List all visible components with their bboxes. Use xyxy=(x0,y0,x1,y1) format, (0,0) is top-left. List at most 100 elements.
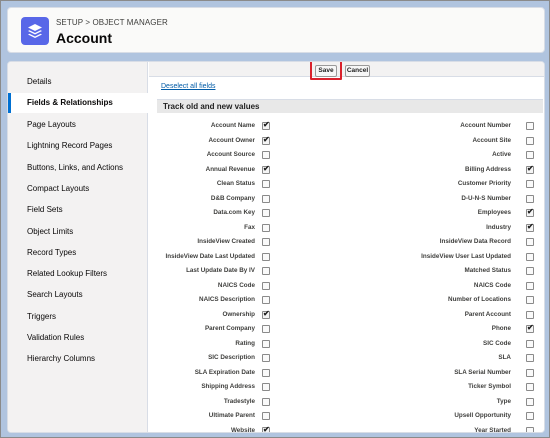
field-label: Ultimate Parent xyxy=(208,412,255,419)
field-label: D-U-N-S Number xyxy=(461,195,511,202)
track-checkbox[interactable] xyxy=(262,209,270,217)
track-checkbox[interactable] xyxy=(262,296,270,304)
track-checkbox[interactable]: ✔ xyxy=(262,120,270,130)
track-checkbox[interactable]: ✔ xyxy=(526,323,534,333)
track-checkbox[interactable] xyxy=(262,282,270,290)
field-label: NAICS Description xyxy=(199,296,255,303)
field-label: SIC Code xyxy=(483,340,511,347)
field-label: Tradestyle xyxy=(223,398,255,405)
field-label: SLA Expiration Date xyxy=(194,369,255,376)
deselect-all-link[interactable]: Deselect all fields xyxy=(161,83,215,90)
field-label: Account Source xyxy=(206,151,255,158)
stacked-layers-icon xyxy=(21,17,49,45)
field-label: Last Update Date By IV xyxy=(186,267,255,274)
sidebar-item[interactable]: Lightning Record Pages xyxy=(8,136,148,156)
track-checkbox[interactable] xyxy=(526,238,534,246)
field-label: Matched Status xyxy=(464,267,511,274)
track-checkbox[interactable] xyxy=(526,253,534,261)
track-checkbox[interactable] xyxy=(262,340,270,348)
track-checkbox[interactable] xyxy=(526,180,534,188)
checkmark-icon: ✔ xyxy=(527,222,534,231)
sidebar-item[interactable]: Page Layouts xyxy=(8,115,148,135)
track-checkbox[interactable] xyxy=(526,267,534,275)
sidebar-item[interactable]: Fields & Relationships xyxy=(8,93,148,113)
field-label: Active xyxy=(492,151,511,158)
track-checkbox[interactable]: ✔ xyxy=(262,135,270,145)
app-frame: SETUP > OBJECT MANAGER Account Details Fi… xyxy=(0,0,550,438)
sidebar-item[interactable]: Search Layouts xyxy=(8,285,148,305)
track-checkbox[interactable] xyxy=(526,122,534,130)
field-label: Website xyxy=(230,427,255,433)
save-button[interactable]: Save xyxy=(315,65,337,77)
section-header: Track old and new values xyxy=(157,99,543,113)
track-checkbox[interactable] xyxy=(262,253,270,261)
sidebar-item[interactable]: Validation Rules xyxy=(8,328,148,348)
track-checkbox[interactable] xyxy=(526,282,534,290)
track-checkbox[interactable] xyxy=(526,398,534,406)
track-checkbox[interactable] xyxy=(262,195,270,203)
track-checkbox[interactable] xyxy=(262,383,270,391)
track-checkbox[interactable] xyxy=(262,180,270,188)
track-checkbox[interactable]: ✔ xyxy=(526,222,534,232)
field-label: Account Owner xyxy=(208,137,255,144)
track-checkbox[interactable] xyxy=(526,412,534,420)
field-label: NAICS Code xyxy=(473,282,511,289)
track-checkbox[interactable] xyxy=(262,267,270,275)
field-label: InsideView Date Last Updated xyxy=(165,253,255,260)
field-label: InsideView Created xyxy=(197,238,255,245)
track-checkbox[interactable]: ✔ xyxy=(262,164,270,174)
sidebar-item[interactable]: Compact Layouts xyxy=(8,179,148,199)
field-label: Data.com Key xyxy=(213,209,255,216)
sidebar-item[interactable]: Related Lookup Filters xyxy=(8,264,148,284)
sidebar-item[interactable]: Field Sets xyxy=(8,200,148,220)
field-label: InsideView Data Record xyxy=(439,238,511,245)
track-checkbox[interactable] xyxy=(526,354,534,362)
checkmark-icon: ✔ xyxy=(263,164,270,173)
field-label: Industry xyxy=(486,224,511,231)
checkmark-icon: ✔ xyxy=(263,120,270,129)
track-checkbox[interactable] xyxy=(262,238,270,246)
sidebar-item[interactable]: Record Types xyxy=(8,243,148,263)
field-label: InsideView User Last Updated xyxy=(421,253,511,260)
field-label: Account Name xyxy=(210,122,255,129)
track-checkbox[interactable]: ✔ xyxy=(262,309,270,319)
field-label: SLA Serial Number xyxy=(454,369,511,376)
cancel-button[interactable]: Cancel xyxy=(345,65,370,77)
track-checkbox[interactable] xyxy=(526,311,534,319)
track-checkbox[interactable] xyxy=(262,224,270,232)
content-panel: Details Fields & Relationships Page Layout… xyxy=(7,61,545,433)
track-checkbox[interactable]: ✔ xyxy=(262,425,270,433)
field-label: NAICS Code xyxy=(217,282,255,289)
track-checkbox[interactable] xyxy=(526,427,534,432)
track-checkbox[interactable] xyxy=(262,398,270,406)
checkmark-icon: ✔ xyxy=(527,164,534,173)
track-checkbox[interactable] xyxy=(262,412,270,420)
field-label: Parent Account xyxy=(464,311,511,318)
breadcrumb[interactable]: SETUP > OBJECT MANAGER xyxy=(56,18,168,27)
field-label: Rating xyxy=(235,340,255,347)
track-checkbox[interactable] xyxy=(262,369,270,377)
sidebar-item[interactable]: Triggers xyxy=(8,307,148,327)
track-checkbox[interactable] xyxy=(526,383,534,391)
track-checkbox[interactable] xyxy=(526,195,534,203)
sidebar-item[interactable]: Hierarchy Columns xyxy=(8,349,148,369)
track-checkbox[interactable] xyxy=(526,340,534,348)
sidebar-item[interactable]: Object Limits xyxy=(8,222,148,242)
track-checkbox[interactable]: ✔ xyxy=(526,207,534,217)
field-label: Upsell Opportunity xyxy=(454,412,511,419)
track-checkbox[interactable] xyxy=(526,137,534,145)
track-checkbox[interactable] xyxy=(526,151,534,159)
field-label: Employees xyxy=(477,209,511,216)
checkmark-icon: ✔ xyxy=(263,309,270,318)
track-checkbox[interactable] xyxy=(526,369,534,377)
sidebar-item[interactable]: Buttons, Links, and Actions xyxy=(8,158,148,178)
track-checkbox[interactable] xyxy=(262,354,270,362)
checkmark-icon: ✔ xyxy=(263,425,270,433)
track-checkbox[interactable]: ✔ xyxy=(526,164,534,174)
toolbar: Save Cancel xyxy=(149,62,544,80)
sidebar-item[interactable]: Details xyxy=(8,72,148,92)
track-checkbox[interactable] xyxy=(526,296,534,304)
field-label: Fax xyxy=(244,224,255,231)
track-checkbox[interactable] xyxy=(262,151,270,159)
track-checkbox[interactable] xyxy=(262,325,270,333)
